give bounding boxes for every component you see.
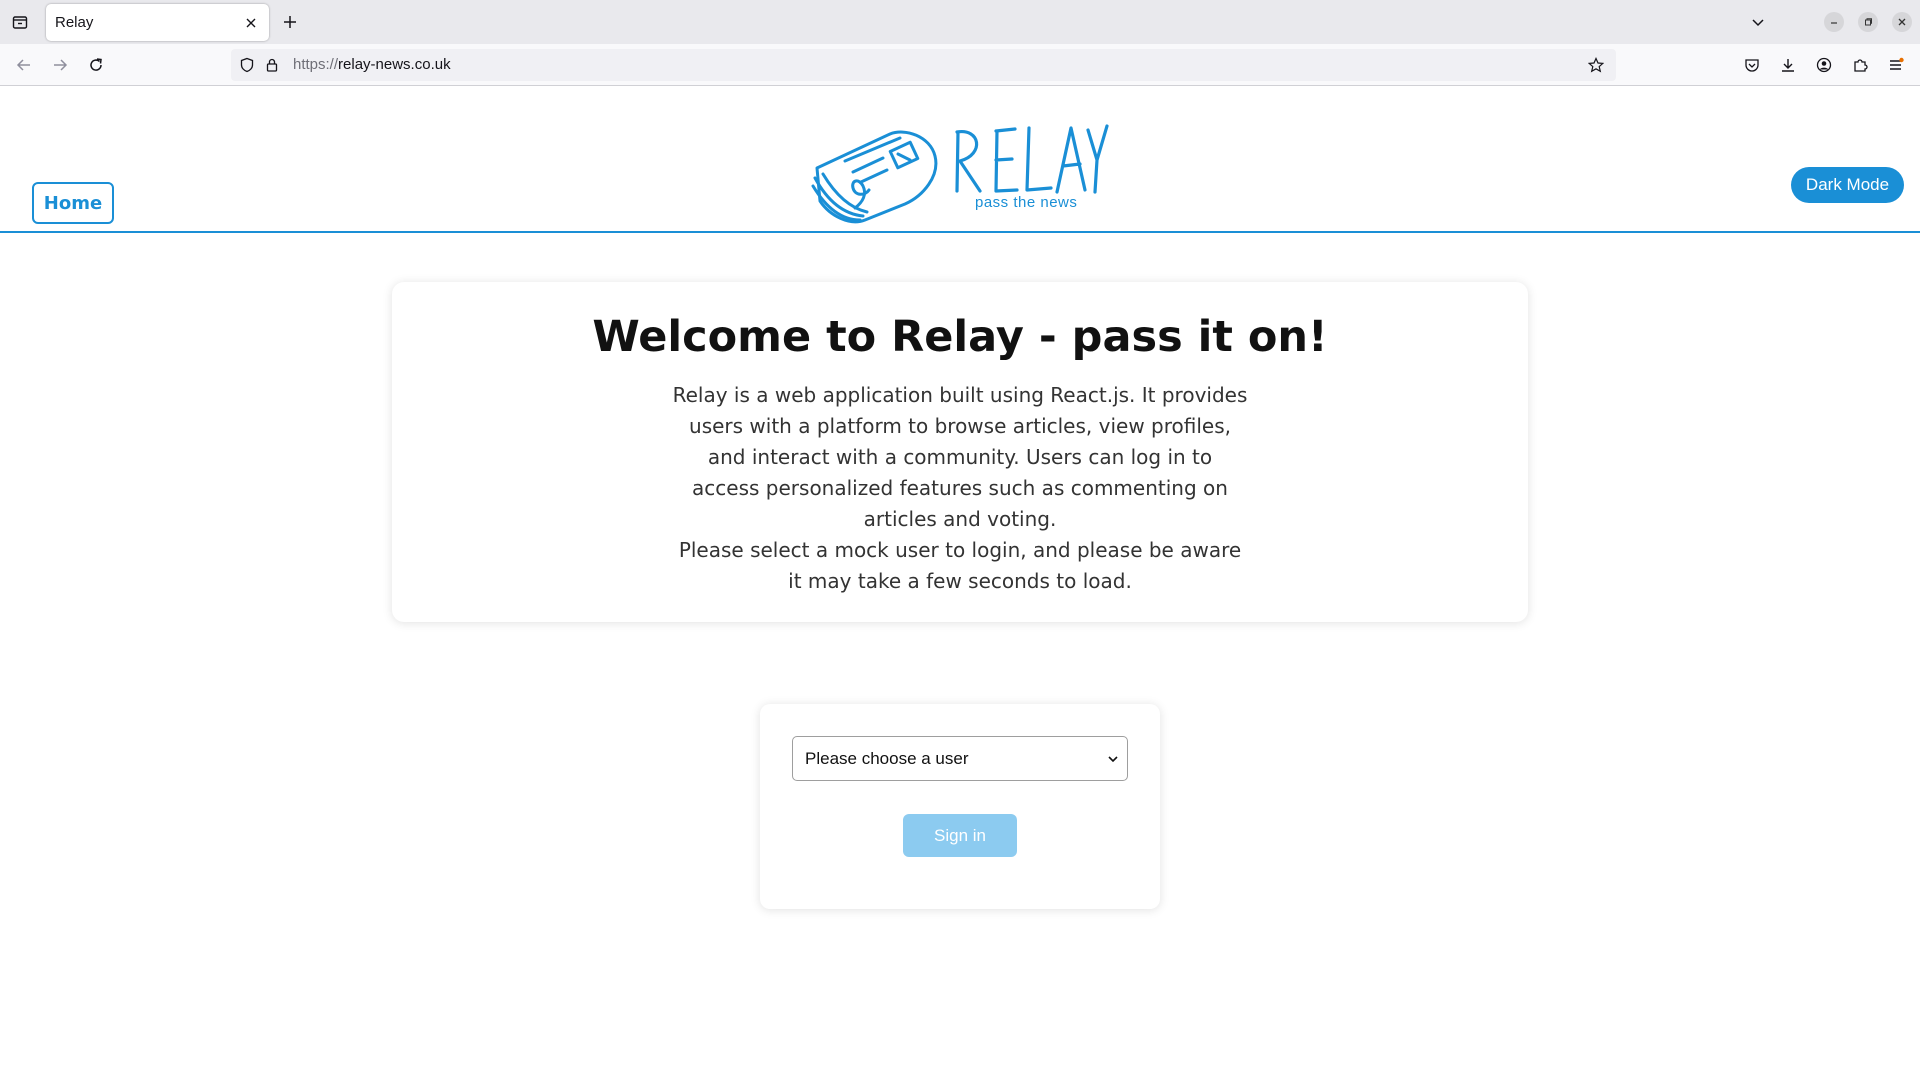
menu-icon[interactable]	[1884, 53, 1908, 77]
user-select-value: Please choose a user	[805, 748, 969, 768]
url-bar[interactable]: https://relay-news.co.uk	[231, 49, 1616, 81]
browser-tab-active[interactable]: Relay	[46, 4, 269, 41]
minimize-icon[interactable]	[1824, 12, 1844, 32]
tab-list-icon[interactable]	[8, 10, 32, 34]
download-icon[interactable]	[1776, 53, 1800, 77]
pocket-icon[interactable]	[1740, 53, 1764, 77]
welcome-card: Welcome to Relay - pass it on! Relay is …	[392, 282, 1528, 622]
browser-nav-bar: https://relay-news.co.uk	[0, 44, 1920, 86]
logo-tagline: pass the news	[975, 194, 1078, 211]
welcome-title: Welcome to Relay - pass it on!	[592, 312, 1328, 362]
reload-icon[interactable]	[84, 53, 108, 77]
bookmark-star-icon[interactable]	[1586, 55, 1606, 75]
back-icon[interactable]	[12, 53, 36, 77]
url-host: relay-news.co.uk	[338, 56, 451, 73]
user-select[interactable]: Please choose a user	[792, 736, 1128, 781]
chevron-down-icon[interactable]	[1746, 10, 1770, 34]
tab-title: Relay	[55, 14, 94, 31]
shield-icon[interactable]	[237, 55, 257, 75]
chevron-down-icon	[1105, 751, 1121, 767]
home-button[interactable]: Home	[32, 182, 114, 224]
lock-icon[interactable]	[262, 55, 282, 75]
account-icon[interactable]	[1812, 53, 1836, 77]
login-card: Please choose a user Sign in	[760, 704, 1160, 909]
url-scheme: https://	[293, 56, 339, 73]
extensions-icon[interactable]	[1848, 53, 1872, 77]
restore-icon[interactable]	[1858, 12, 1878, 32]
page-viewport: Home pass the news Dark Mode Welcome to …	[0, 86, 1920, 1080]
close-window-icon[interactable]	[1892, 12, 1912, 32]
tab-close-icon[interactable]	[241, 13, 261, 33]
welcome-paragraph-intro: Relay is a web application built using R…	[672, 383, 1248, 531]
welcome-paragraph-instructions: Please select a mock user to login, and …	[678, 538, 1242, 593]
url-text[interactable]: https://relay-news.co.uk	[293, 56, 451, 73]
new-tab-icon[interactable]	[278, 10, 302, 34]
sign-in-button[interactable]: Sign in	[903, 814, 1017, 857]
forward-icon[interactable]	[48, 53, 72, 77]
site-header: Home pass the news Dark Mode	[0, 86, 1920, 233]
dark-mode-button[interactable]: Dark Mode	[1791, 167, 1904, 203]
browser-tab-bar: Relay	[0, 0, 1920, 44]
welcome-description: Relay is a web application built using R…	[672, 380, 1248, 597]
relay-logo[interactable]: pass the news	[805, 116, 1110, 226]
